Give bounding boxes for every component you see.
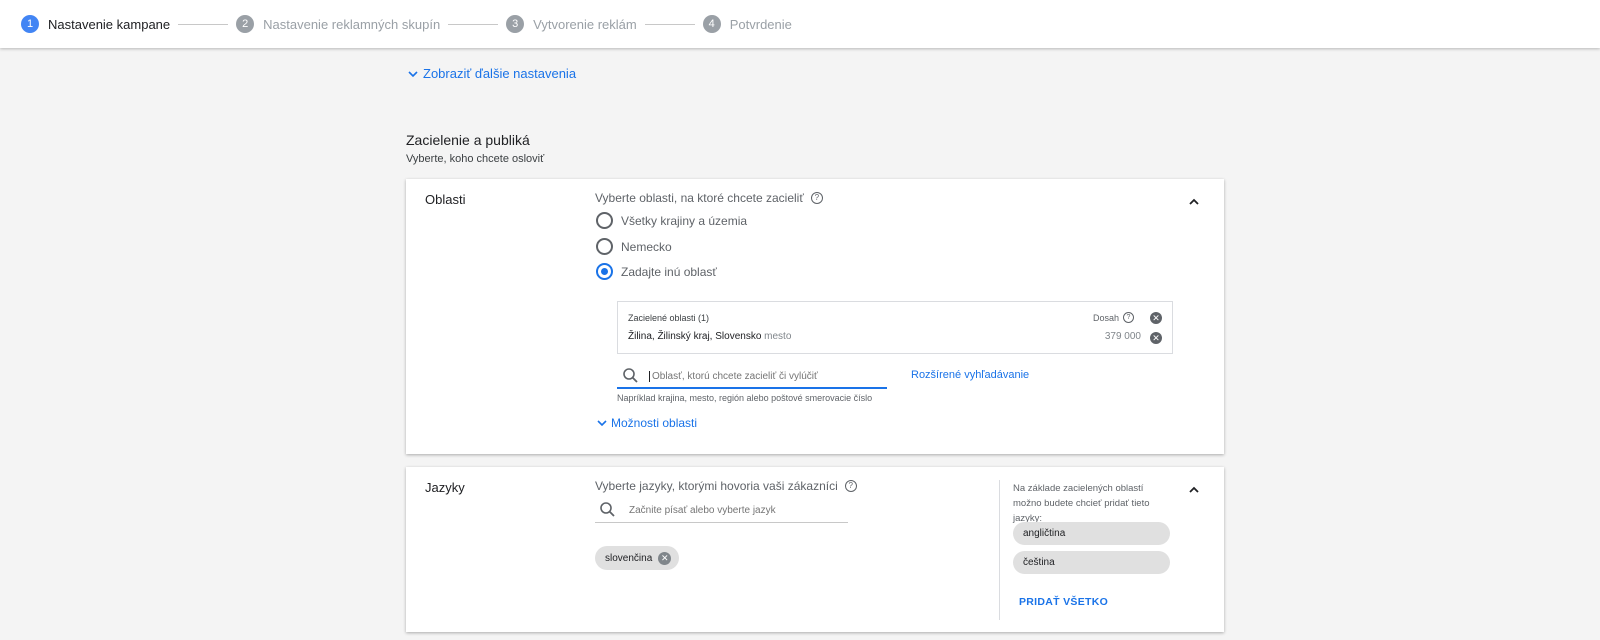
step-confirmation[interactable]: 4 Potvrdenie [702, 15, 792, 33]
languages-prompt: Vyberte jazyky, ktorými hovoria vaši zák… [595, 479, 857, 493]
show-more-settings-label: Zobraziť ďalšie nastavenia [423, 66, 577, 81]
radio-germany[interactable]: Nemecko [596, 238, 672, 255]
step-create-ads[interactable]: 3 Vytvorenie reklám [506, 15, 637, 33]
location-options-label: Možnosti oblasti [611, 416, 698, 430]
language-search[interactable] [595, 498, 848, 523]
step-number: 4 [702, 15, 721, 33]
languages-prompt-text: Vyberte jazyky, ktorými hovoria vaši zák… [595, 479, 838, 493]
section-title: Zacielenie a publiká [406, 132, 530, 148]
suggested-language-chip[interactable]: čeština [1013, 551, 1170, 574]
radio-other-location[interactable]: Zadajte inú oblasť [596, 263, 717, 280]
location-row: Žilina, Žilinský kraj, Slovensko mesto [628, 331, 791, 342]
locations-title: Oblasti [425, 192, 466, 207]
divider [999, 480, 1000, 620]
chevron-up-icon[interactable] [1186, 482, 1202, 498]
location-name: Žilina, Žilinský kraj, Slovensko [628, 331, 762, 342]
suggested-language-chip[interactable]: angličtina [1013, 522, 1170, 545]
help-icon[interactable]: ? [1123, 312, 1134, 323]
chip-label: slovenčina [605, 552, 653, 564]
locations-prompt: Vyberte oblasti, na ktoré chcete zacieli… [595, 191, 823, 205]
selected-language-chip: slovenčina ✕ [595, 546, 680, 570]
radio-button[interactable] [596, 212, 613, 229]
location-options-link[interactable]: Možnosti oblasti [595, 416, 697, 430]
help-icon[interactable]: ? [844, 480, 857, 492]
language-search-input[interactable] [629, 504, 829, 516]
campaign-stepper: 1 Nastavenie kampane 2 Nastavenie reklam… [0, 0, 1600, 48]
step-label: Nastavenie reklamných skupín [263, 16, 441, 32]
search-icon [623, 368, 638, 383]
search-icon [600, 502, 615, 517]
radio-button[interactable] [596, 238, 613, 255]
radio-label: Nemecko [621, 239, 672, 254]
location-type: mesto [764, 331, 792, 342]
radio-label: Zadajte inú oblasť [621, 264, 717, 279]
location-search-input[interactable] [649, 370, 879, 382]
section-subtitle: Vyberte, koho chcete osloviť [406, 153, 545, 165]
reach-header: Dosah ? [1093, 312, 1134, 323]
step-number: 1 [21, 15, 39, 33]
location-search-hint: Napríklad krajina, mesto, región alebo p… [617, 393, 873, 403]
add-all-button[interactable]: PRIDAŤ VŠETKO [1019, 596, 1108, 608]
step-number: 3 [506, 15, 525, 33]
chevron-down-icon [597, 420, 607, 427]
targeted-locations-box: Zacielené oblasti (1) Dosah ? ✕ Žilina, … [617, 301, 1173, 354]
close-circle-icon[interactable]: ✕ [658, 551, 672, 565]
step-number: 2 [236, 15, 255, 33]
step-adgroup-settings[interactable]: 2 Nastavenie reklamných skupín [236, 15, 440, 33]
step-label: Vytvorenie reklám [533, 16, 637, 32]
radio-label: Všetky krajiny a územia [621, 213, 748, 228]
radio-button-selected[interactable] [596, 263, 613, 280]
step-connector [644, 23, 695, 25]
targeted-locations-header: Zacielené oblasti (1) [628, 313, 710, 323]
languages-card: Jazyky Vyberte jazyky, ktorými hovoria v… [406, 467, 1224, 632]
step-label: Nastavenie kampane [48, 16, 171, 32]
radio-all-countries[interactable]: Všetky krajiny a územia [596, 212, 747, 229]
close-circle-icon[interactable]: ✕ [1150, 312, 1162, 324]
show-more-settings-link[interactable]: Zobraziť ďalšie nastavenia [406, 66, 576, 81]
chevron-down-icon [408, 70, 418, 77]
step-connector [448, 23, 499, 25]
languages-title: Jazyky [425, 480, 465, 495]
step-campaign-settings[interactable]: 1 Nastavenie kampane [21, 15, 170, 33]
step-connector [178, 23, 229, 25]
locations-prompt-text: Vyberte oblasti, na ktoré chcete zacieli… [595, 191, 804, 205]
location-search[interactable] [617, 365, 887, 389]
language-suggestion-text: Na základe zacielených oblastí možno bud… [1013, 483, 1150, 524]
reach-label: Dosah [1092, 312, 1119, 323]
step-label: Potvrdenie [729, 16, 792, 32]
help-icon[interactable]: ? [810, 192, 823, 204]
advanced-search-link[interactable]: Rozšírené vyhľadávanie [911, 369, 1029, 381]
chevron-up-icon[interactable] [1186, 194, 1202, 210]
locations-card: Oblasti Vyberte oblasti, na ktoré chcete… [406, 179, 1224, 454]
close-circle-icon[interactable]: ✕ [1150, 332, 1162, 344]
location-reach: 379 000 [1104, 331, 1141, 342]
